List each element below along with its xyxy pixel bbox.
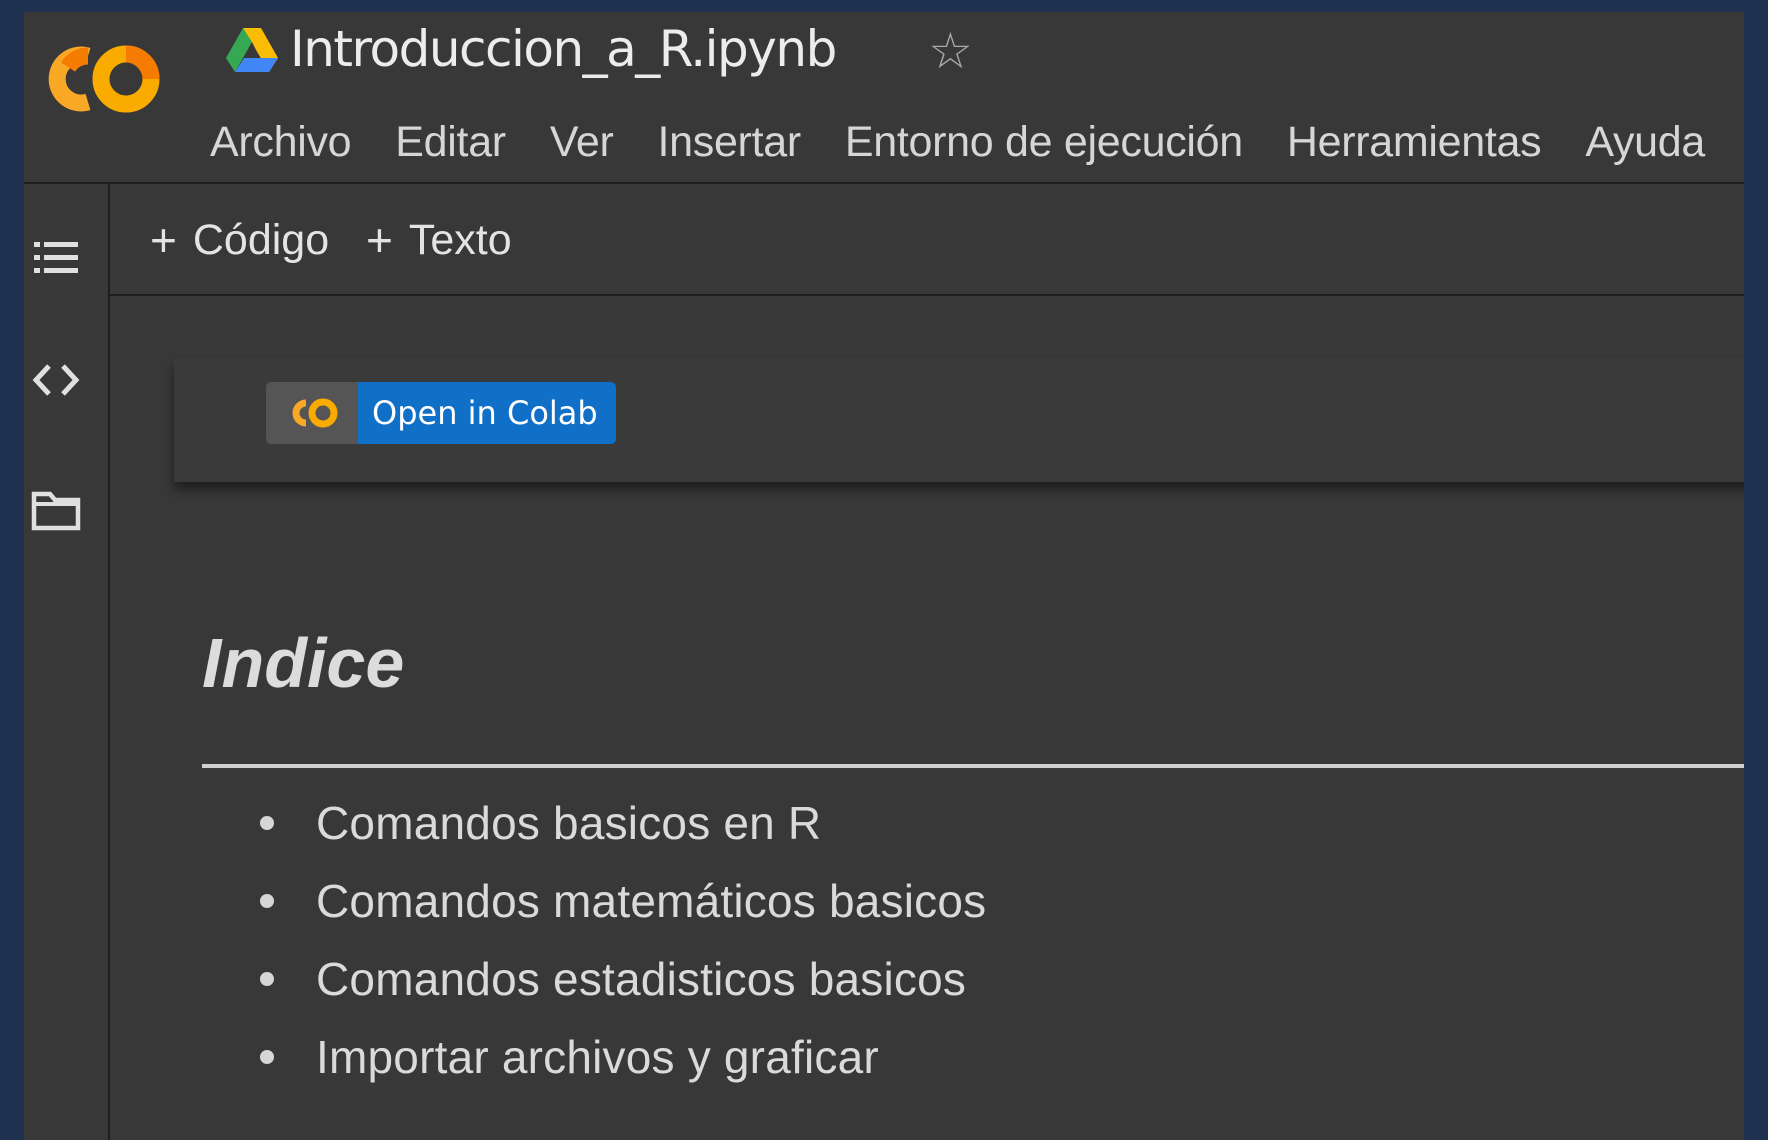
bullet-icon [260,894,274,908]
index-list: Comandos basicos en R Comandos matemátic… [260,784,986,1096]
add-text-cell-button[interactable]: + Texto [366,212,512,268]
menu-entorno-de-ejecucion[interactable]: Entorno de ejecución [845,118,1243,167]
bullet-icon [260,972,274,986]
plus-icon: + [150,214,177,266]
app-header: Introduccion_a_R.ipynb ☆ Archivo Editar … [24,12,1744,184]
menu-herramientas[interactable]: Herramientas [1287,118,1542,167]
list-item[interactable]: Comandos matemáticos basicos [260,862,986,940]
horizontal-rule [202,764,1744,768]
menu-bar: Archivo Editar Ver Insertar Entorno de e… [210,114,1744,170]
open-in-colab-badge[interactable]: Open in Colab [266,382,616,444]
list-item-text: Comandos estadisticos basicos [316,953,967,1005]
bullet-icon [260,1050,274,1064]
notebook-title[interactable]: Introduccion_a_R.ipynb [290,14,837,84]
menu-archivo[interactable]: Archivo [210,118,352,167]
add-text-label: Texto [408,215,512,264]
colab-logo-icon [292,398,338,428]
add-code-label: Código [192,215,330,264]
list-item[interactable]: Comandos basicos en R [260,784,986,862]
section-heading: Indice [202,624,405,702]
colab-badge-logo [266,382,358,444]
plus-icon: + [366,214,393,266]
list-item-text: Importar archivos y graficar [316,1031,879,1083]
colab-logo[interactable] [38,34,166,124]
colab-window: Introduccion_a_R.ipynb ☆ Archivo Editar … [24,12,1744,1140]
google-drive-icon [226,28,278,72]
notebook-toolbar: + Código + Texto [110,184,1744,296]
star-icon[interactable]: ☆ [928,20,973,82]
menu-editar[interactable]: Editar [395,118,506,167]
open-in-colab-label: Open in Colab [358,382,616,444]
table-of-contents-icon[interactable] [30,232,82,284]
badge-cell[interactable]: Open in Colab [174,358,1744,482]
code-snippets-icon[interactable] [30,354,82,406]
list-item[interactable]: Importar archivos y graficar [260,1018,986,1096]
menu-ver[interactable]: Ver [550,118,614,167]
bullet-icon [260,816,274,830]
list-item[interactable]: Comandos estadisticos basicos [260,940,986,1018]
files-folder-icon[interactable] [30,484,82,536]
left-sidebar-rail [24,184,110,1140]
menu-insertar[interactable]: Insertar [657,118,801,167]
menu-ayuda[interactable]: Ayuda [1585,118,1705,167]
list-item-text: Comandos basicos en R [316,797,822,849]
list-item-text: Comandos matemáticos basicos [316,875,987,927]
add-code-cell-button[interactable]: + Código [150,212,329,268]
notebook-content: Open in Colab Indice Comandos basicos en… [110,296,1744,1140]
